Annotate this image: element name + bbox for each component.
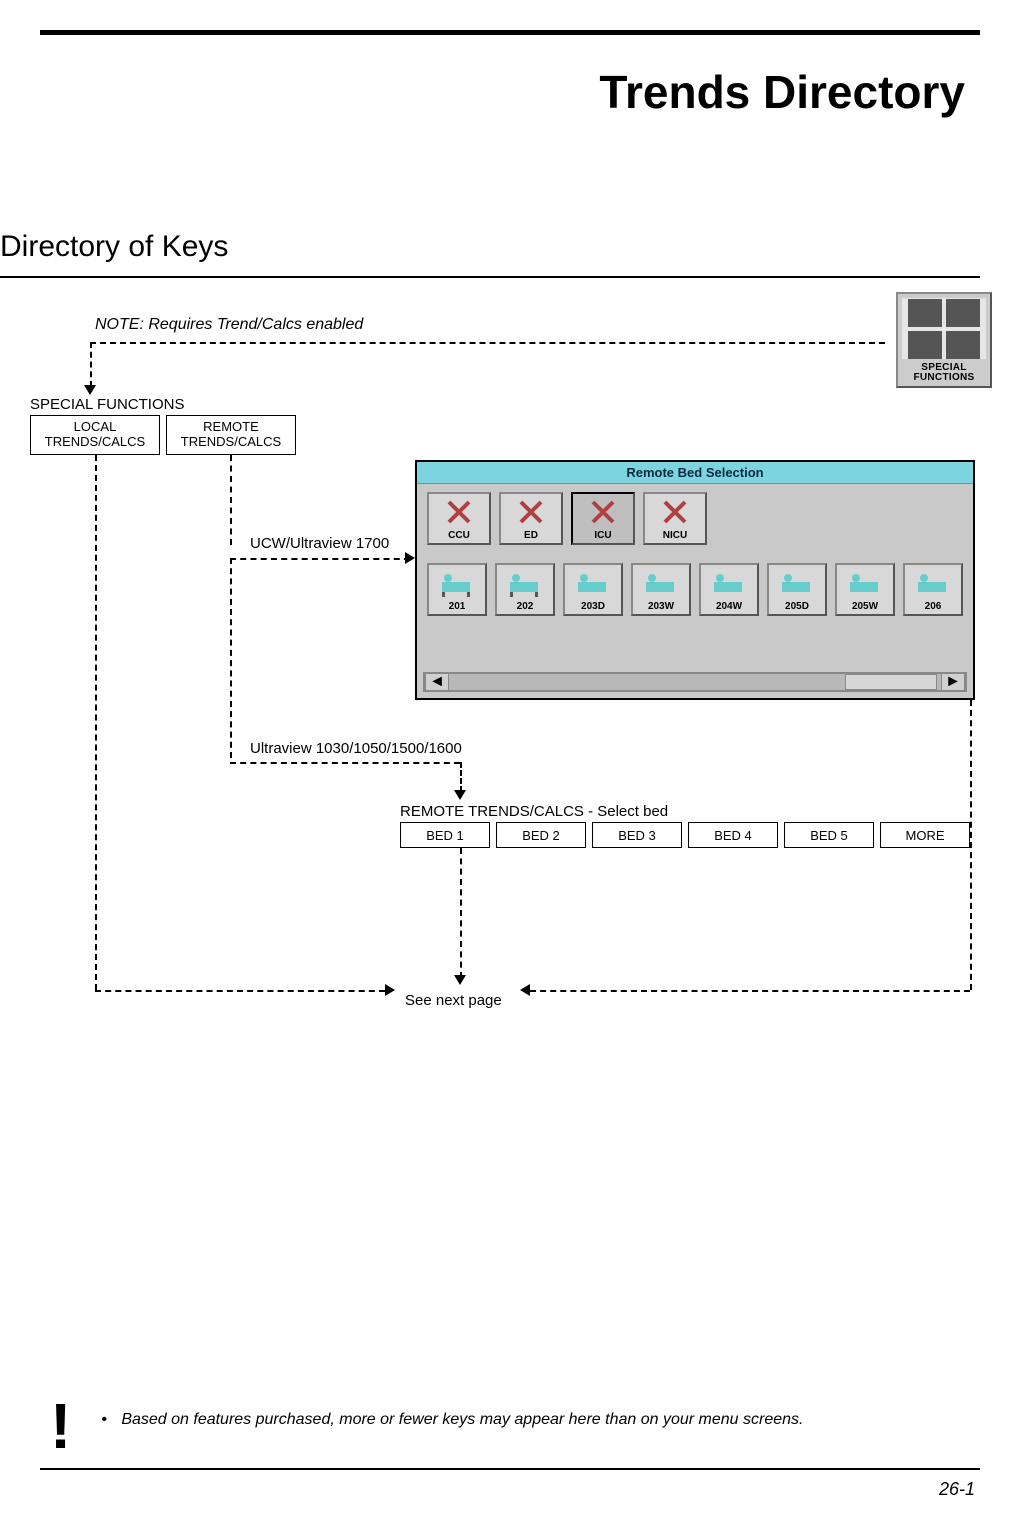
scroll-left-icon[interactable]: ◄ (425, 674, 449, 690)
bed-203w[interactable]: 203W (631, 563, 691, 616)
more-button[interactable]: MORE (880, 822, 970, 848)
ucw-label: UCW/Ultraview 1700 (250, 535, 389, 552)
local-trends-button[interactable]: LOCALTRENDS/CALCS (30, 415, 160, 455)
unit-ccu[interactable]: CCU (427, 492, 491, 545)
bed-202[interactable]: 202 (495, 563, 555, 616)
unit-ed[interactable]: ED (499, 492, 563, 545)
bed-201[interactable]: 201 (427, 563, 487, 616)
bed3-button[interactable]: BED 3 (592, 822, 682, 848)
see-next-page: See next page (405, 992, 502, 1009)
special-functions-icon[interactable]: SPECIAL FUNCTIONS (896, 292, 992, 388)
enable-note: NOTE: Requires Trend/Calcs enabled (95, 316, 363, 334)
page-number: 26-1 (939, 1479, 975, 1500)
important-note: ! •Based on features purchased, more or … (50, 1407, 980, 1445)
bed-205w[interactable]: 205W (835, 563, 895, 616)
scroll-thumb[interactable] (845, 674, 937, 690)
section-heading: Directory of Keys (0, 230, 228, 264)
bed4-button[interactable]: BED 4 (688, 822, 778, 848)
remote-bed-selection-window: Remote Bed Selection CCU ED ICU NICU 201… (415, 460, 975, 700)
bed5-button[interactable]: BED 5 (784, 822, 874, 848)
bed1-button[interactable]: BED 1 (400, 822, 490, 848)
bed-204w[interactable]: 204W (699, 563, 759, 616)
remote-bed-title: Remote Bed Selection (417, 462, 973, 484)
bed-205d[interactable]: 205D (767, 563, 827, 616)
unit-icu[interactable]: ICU (571, 492, 635, 545)
ultraview-label: Ultraview 1030/1050/1500/1600 (250, 740, 462, 757)
unit-nicu[interactable]: NICU (643, 492, 707, 545)
diagram: NOTE: Requires Trend/Calcs enabled SPECI… (0, 280, 1000, 1180)
remote-trends-button[interactable]: REMOTETRENDS/CALCS (166, 415, 296, 455)
special-icon-caption: SPECIAL FUNCTIONS (898, 363, 990, 386)
scroll-right-icon[interactable]: ► (941, 674, 965, 690)
bed-scrollbar[interactable]: ◄ ► (423, 672, 967, 692)
bed2-button[interactable]: BED 2 (496, 822, 586, 848)
exclamation-icon: ! (50, 1407, 71, 1445)
bed-206[interactable]: 206 (903, 563, 963, 616)
bed-203d[interactable]: 203D (563, 563, 623, 616)
remote-select-label: REMOTE TRENDS/CALCS - Select bed (400, 803, 668, 820)
special-functions-label: SPECIAL FUNCTIONS (30, 396, 184, 413)
page-title: Trends Directory (599, 65, 965, 119)
